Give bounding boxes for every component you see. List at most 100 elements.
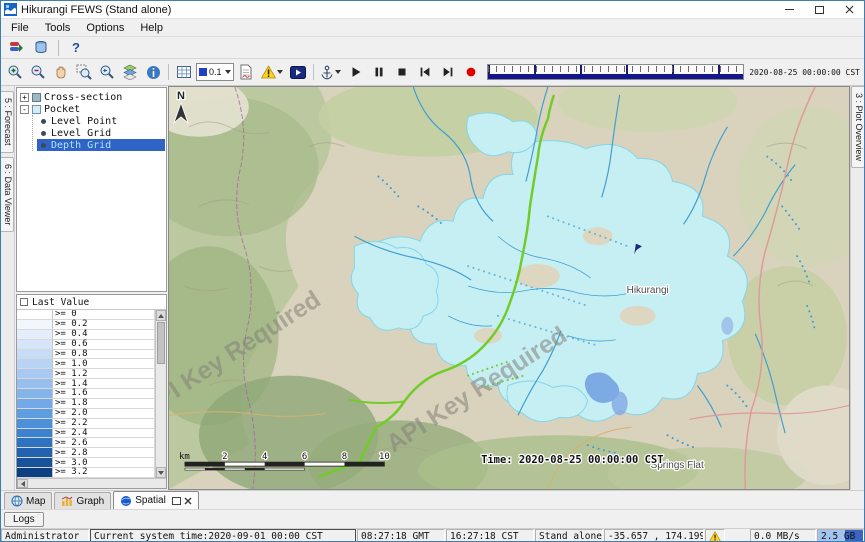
info-icon <box>146 65 161 80</box>
legend-header: Last Value <box>17 295 166 310</box>
status-mode: Stand alone <box>535 529 603 542</box>
left-panel: + Cross-section - Pocket Level Point <box>15 86 168 490</box>
undock-icon[interactable] <box>172 497 181 505</box>
legend-horizontal-scrollbar[interactable] <box>17 478 166 488</box>
tab-graph[interactable]: Graph <box>54 492 111 509</box>
legend-list: >= 0 >= 0.2 >= 0.4 >= 0.6 >= 0.8 >= 1.0 … <box>17 310 155 478</box>
skip-to-end-icon <box>441 65 455 79</box>
timeline-ticks <box>488 66 744 72</box>
menu-file[interactable]: File <box>3 20 37 36</box>
expand-icon[interactable]: + <box>20 93 29 102</box>
scale-tick: 2 <box>222 452 227 462</box>
database-viewer-button[interactable] <box>30 38 52 58</box>
tree-item-label: Level Grid <box>51 128 111 139</box>
layers-tree: + Cross-section - Pocket Level Point <box>16 87 167 292</box>
stop-button[interactable] <box>391 62 413 82</box>
tree-item-level-grid[interactable]: Level Grid <box>37 127 165 139</box>
last-value-checkbox[interactable] <box>20 298 28 306</box>
legend-swatch <box>17 379 53 389</box>
step-first-button[interactable] <box>414 62 436 82</box>
tab-forecast[interactable]: 5 : Forecast <box>1 91 14 153</box>
profile-button[interactable] <box>235 62 257 82</box>
scroll-down-button[interactable] <box>156 467 166 478</box>
thresholds-button[interactable] <box>258 62 286 82</box>
status-bar: Administrator Current system time:2020-0… <box>1 528 864 542</box>
anchor-tools-button[interactable] <box>318 62 344 82</box>
tree-item-pocket[interactable]: - Pocket <box>18 103 165 115</box>
tree-item-cross-section[interactable]: + Cross-section <box>18 91 165 103</box>
status-spacer <box>726 529 750 542</box>
menu-help[interactable]: Help <box>132 20 171 36</box>
zoom-window-button[interactable] <box>73 62 95 82</box>
logs-row: Logs <box>1 509 864 528</box>
legend-swatch <box>17 310 53 320</box>
pan-button[interactable] <box>50 62 72 82</box>
timeline-slider[interactable] <box>487 64 745 80</box>
logs-button[interactable]: Logs <box>4 512 44 527</box>
zoom-out-button[interactable] <box>27 62 49 82</box>
last-value-label: Last Value <box>32 297 89 308</box>
graph-icon <box>61 495 73 507</box>
anchor-icon <box>320 65 334 80</box>
status-user: Administrator <box>1 529 89 542</box>
step-last-button[interactable] <box>437 62 459 82</box>
close-button[interactable] <box>834 1 864 18</box>
legend-vertical-scrollbar[interactable] <box>155 310 166 478</box>
scroll-left-button[interactable] <box>17 479 28 488</box>
legend-swatch <box>17 350 53 360</box>
menu-tools[interactable]: Tools <box>37 20 79 36</box>
maximize-button[interactable] <box>804 1 834 18</box>
tab-spatial[interactable]: Spatial <box>113 491 199 509</box>
database-blue-icon <box>34 40 49 55</box>
tab-map[interactable]: Map <box>4 492 52 509</box>
zoom-previous-button[interactable] <box>96 62 118 82</box>
tab-data-viewer[interactable]: 6 : Data Viewer <box>1 157 14 232</box>
menu-options[interactable]: Options <box>78 20 132 36</box>
bullet-icon <box>41 143 46 148</box>
zoom-out-icon <box>30 64 46 80</box>
map-toolbar: 0.1 <box>1 59 864 86</box>
toolbar-current-time: 2020-08-25 00:00:00 CST <box>749 68 860 77</box>
status-local-time: 16:27:18 CST <box>446 529 534 542</box>
globe-icon <box>11 495 23 507</box>
tab-label: Spatial <box>135 495 166 506</box>
menu-bar: File Tools Options Help <box>1 19 864 37</box>
zoom-previous-icon <box>99 64 115 80</box>
status-system-time: Current system time:2020-09-01 00:00 CST <box>90 529 356 542</box>
document-icon <box>239 64 253 80</box>
collapse-icon[interactable]: - <box>20 105 29 114</box>
arrow-down-icon <box>158 471 164 475</box>
grid-class-combo[interactable]: 0.1 <box>196 63 234 81</box>
close-tab-icon[interactable] <box>184 497 192 505</box>
tree-item-level-point[interactable]: Level Point <box>37 115 165 127</box>
tree-item-label: Level Point <box>51 116 117 127</box>
status-memory[interactable]: 2.5 GB <box>817 529 864 542</box>
scroll-up-button[interactable] <box>156 310 166 321</box>
pause-button[interactable] <box>368 62 390 82</box>
skip-to-start-icon <box>418 65 432 79</box>
legend-label: >= 3.2 <box>53 468 155 478</box>
app-icon <box>4 3 17 16</box>
bottom-tab-bar: Map Graph Spatial <box>1 490 864 509</box>
minimize-button[interactable] <box>774 1 804 18</box>
import-status-button[interactable] <box>5 38 27 58</box>
info-button[interactable] <box>142 62 164 82</box>
map-view[interactable]: API Key Required API Key Required Hikura… <box>168 86 850 490</box>
tree-children: Level Point Level Grid Depth Grid <box>32 115 165 151</box>
map-time-label: Time: 2020-08-25 00:00:00 CST <box>481 454 663 466</box>
bullet-icon <box>41 131 46 136</box>
layers-button[interactable] <box>119 62 141 82</box>
scrollbar-thumb[interactable] <box>157 322 165 364</box>
scale-tick: 4 <box>262 452 267 462</box>
tab-plot-overview[interactable]: 3 : Plot Overview <box>851 86 864 168</box>
record-button[interactable] <box>460 62 482 82</box>
legend-swatch <box>17 468 53 478</box>
animation-display-button[interactable] <box>287 62 309 82</box>
help-button[interactable]: ? <box>65 38 87 58</box>
arrow-left-icon <box>21 481 25 487</box>
grid-display-button[interactable] <box>173 62 195 82</box>
tree-item-depth-grid[interactable]: Depth Grid <box>37 139 165 151</box>
play-button[interactable] <box>345 62 367 82</box>
status-warning-cell[interactable] <box>705 529 725 542</box>
zoom-in-button[interactable] <box>4 62 26 82</box>
